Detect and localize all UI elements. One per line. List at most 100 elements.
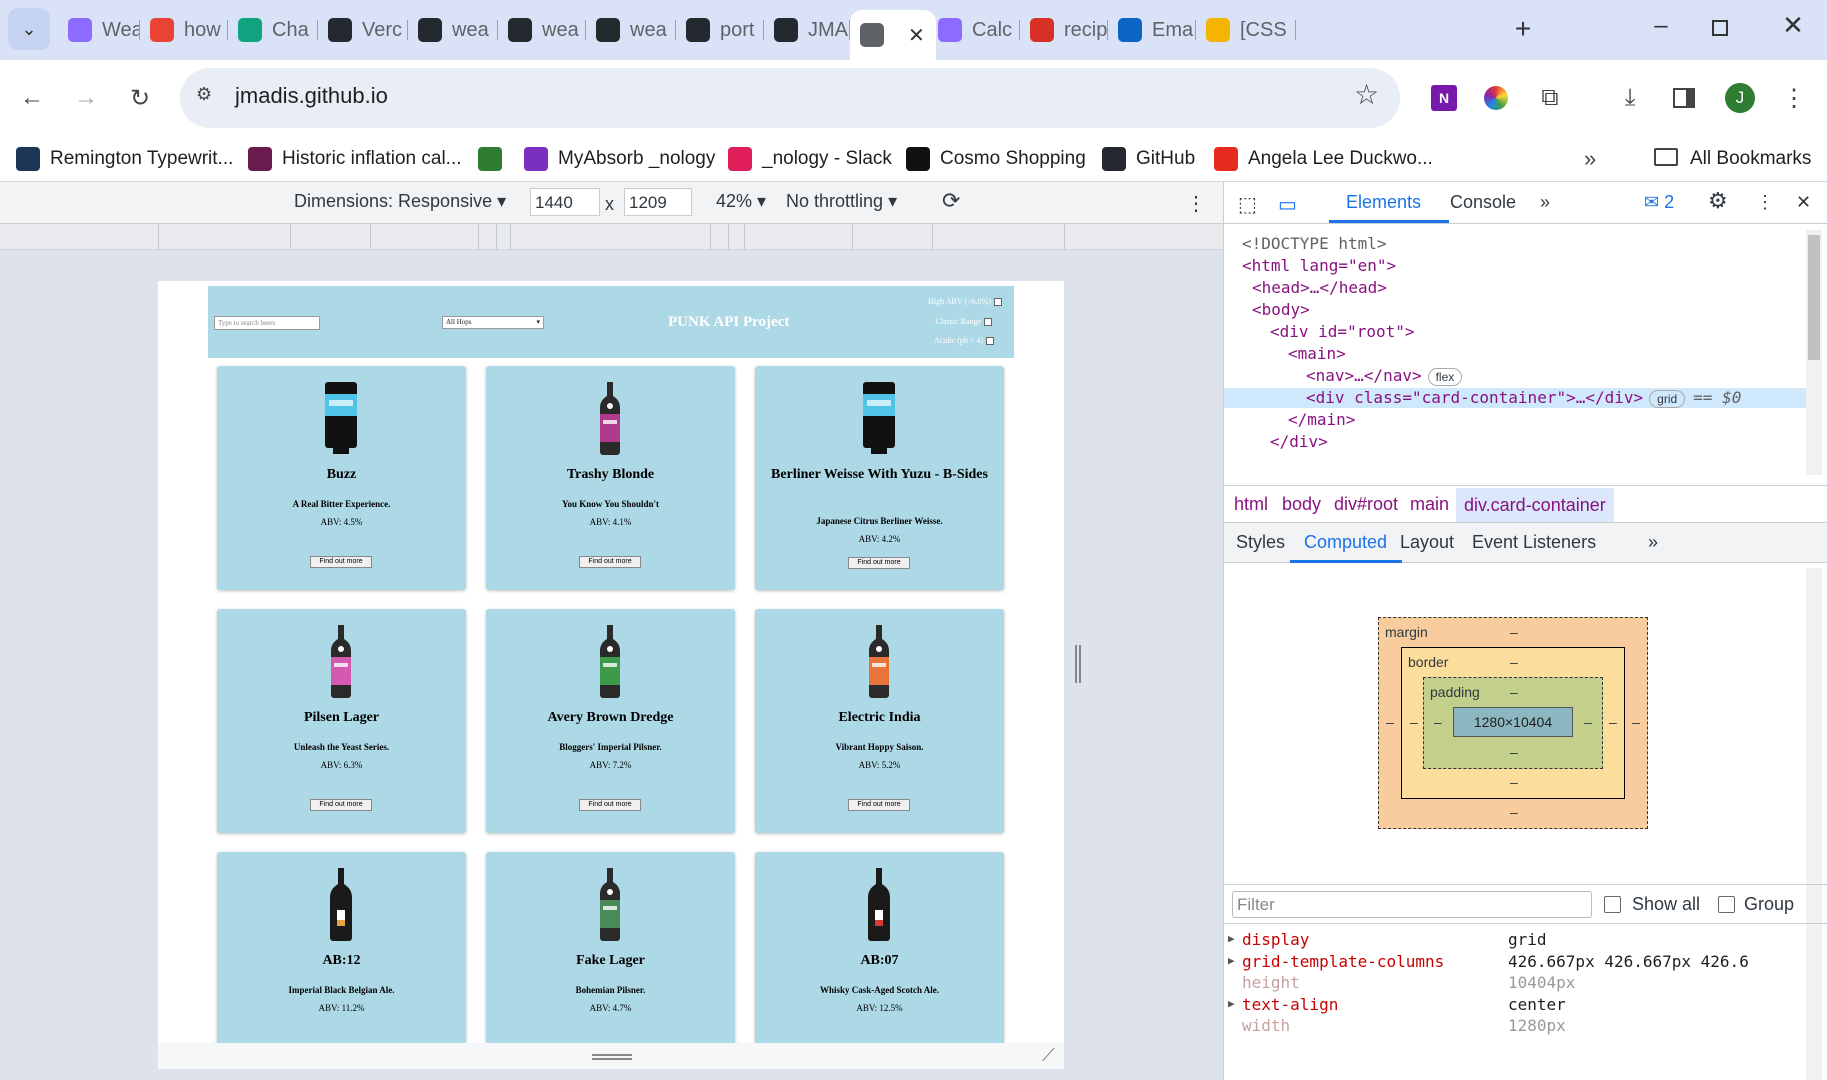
dom-node[interactable]: <html lang="en"> <box>1242 256 1396 275</box>
find-out-more-button[interactable]: Find out more <box>848 557 910 569</box>
browser-tab-3[interactable]: Cha <box>228 10 318 50</box>
devtools-close-icon[interactable]: ✕ <box>1796 192 1811 213</box>
bookmark-7[interactable]: GitHub <box>1102 144 1195 174</box>
computed-filter-input[interactable]: Filter <box>1232 891 1592 918</box>
dom-node[interactable]: <nav>…</nav> flex <box>1306 366 1463 386</box>
back-button[interactable]: ← <box>12 78 52 118</box>
show-all-checkbox[interactable] <box>1604 896 1621 913</box>
computed-prop-name[interactable]: display <box>1242 930 1309 949</box>
tab-console[interactable]: Console <box>1450 192 1516 213</box>
dom-node[interactable]: <head>…</head> <box>1252 278 1387 297</box>
acidic-checkbox[interactable] <box>986 336 994 345</box>
filter-acidic[interactable]: Acidic (ph < 4) <box>934 336 994 345</box>
browser-tab-9[interactable]: JMA <box>764 10 850 50</box>
tab-elements[interactable]: Elements <box>1346 192 1421 213</box>
side-panel-icon[interactable] <box>1664 78 1704 118</box>
dom-node[interactable]: <div id="root"> <box>1270 322 1415 341</box>
more-bookmarks-chevron-icon[interactable]: » <box>1584 146 1596 172</box>
media-query-bar[interactable] <box>0 224 1223 250</box>
breadcrumb-div-card-container[interactable]: div.card-container <box>1456 488 1614 522</box>
bookmark-4[interactable]: MyAbsorb _nology <box>524 144 715 174</box>
dom-node[interactable]: </div> <box>1270 432 1328 451</box>
bookmark-1[interactable]: Remington Typewrit... <box>16 144 233 174</box>
browser-tab-14[interactable]: [CSS <box>1196 10 1296 50</box>
close-tab-icon[interactable]: ✕ <box>908 23 925 48</box>
restore-button[interactable] <box>1712 20 1728 36</box>
dimensions-dropdown[interactable]: Dimensions: Responsive ▾ <box>294 191 506 212</box>
find-out-more-button[interactable]: Find out more <box>579 556 641 568</box>
browser-tab-2[interactable]: how <box>140 10 228 50</box>
dom-node[interactable]: </main> <box>1288 410 1355 429</box>
layout-badge[interactable]: grid <box>1649 389 1686 408</box>
bookmark-5[interactable]: _nology - Slack <box>728 144 892 174</box>
browser-tab-12[interactable]: recip <box>1020 10 1108 50</box>
subtab-computed[interactable]: Computed <box>1304 532 1387 553</box>
viewport-width-input[interactable]: 1440 <box>530 188 600 216</box>
breadcrumb-html[interactable]: html <box>1234 494 1268 515</box>
bookmark-2[interactable]: Historic inflation cal... <box>248 144 462 174</box>
bookmark-6[interactable]: Cosmo Shopping <box>906 144 1086 174</box>
chrome-menu-icon[interactable]: ⋮ <box>1774 78 1814 118</box>
forward-button[interactable]: → <box>66 78 106 118</box>
color-picker-extension-icon[interactable] <box>1476 78 1516 118</box>
resize-corner-icon[interactable]: ⟋ <box>1042 1045 1055 1066</box>
subtab-event-listeners[interactable]: Event Listeners <box>1472 532 1596 553</box>
subtab-styles[interactable]: Styles <box>1236 532 1285 553</box>
bookmark-star-icon[interactable]: ☆ <box>1354 78 1379 111</box>
box-model-content[interactable]: 1280×10404 <box>1453 707 1573 737</box>
resize-bar-bottom[interactable]: ⟋ <box>158 1043 1064 1069</box>
browser-tab-7[interactable]: wea <box>586 10 676 50</box>
bookmark-3[interactable] <box>478 144 512 174</box>
subtab-layout[interactable]: Layout <box>1400 532 1454 553</box>
device-toggle-icon[interactable]: ▭ <box>1278 192 1297 217</box>
more-tabs-chevron-icon[interactable]: » <box>1540 192 1550 213</box>
device-more-icon[interactable]: ⋮ <box>1186 191 1206 216</box>
viewport-height-input[interactable]: 1209 <box>624 188 692 216</box>
computed-prop-name[interactable]: width <box>1242 1016 1290 1035</box>
expand-arrow-icon[interactable]: ▶ <box>1228 954 1235 967</box>
tab-search-button[interactable]: ⌄ <box>8 8 50 50</box>
site-info-icon[interactable]: ⚙ <box>196 84 222 110</box>
browser-tab-4[interactable]: Verc <box>318 10 408 50</box>
breadcrumb-main[interactable]: main <box>1410 494 1449 515</box>
onenote-extension-icon[interactable]: N <box>1424 78 1464 118</box>
resize-handle-bottom[interactable] <box>592 1054 632 1060</box>
computed-prop-name[interactable]: text-align <box>1242 995 1338 1014</box>
download-icon[interactable]: ⤓ <box>1610 78 1650 118</box>
dom-node[interactable]: <!DOCTYPE html> <box>1242 234 1387 253</box>
resize-handle-right[interactable] <box>1075 645 1081 683</box>
dom-scrollbar[interactable] <box>1806 230 1822 475</box>
breadcrumb-body[interactable]: body <box>1282 494 1321 515</box>
expand-arrow-icon[interactable]: ▶ <box>1228 932 1235 945</box>
new-tab-button[interactable]: + <box>1505 12 1541 48</box>
expand-arrow-icon[interactable]: ▶ <box>1228 997 1235 1010</box>
computed-prop-name[interactable]: height <box>1242 973 1300 992</box>
dom-node[interactable]: <main> <box>1288 344 1346 363</box>
extensions-puzzle-icon[interactable]: ⧉ <box>1530 78 1570 118</box>
group-checkbox[interactable] <box>1718 896 1735 913</box>
browser-tab-5[interactable]: wea <box>408 10 498 50</box>
browser-tab-6[interactable]: wea <box>498 10 586 50</box>
throttling-dropdown[interactable]: No throttling ▾ <box>786 191 897 212</box>
address-bar[interactable]: ⚙ jmadis.github.io ☆ <box>180 68 1400 128</box>
browser-tab-13[interactable]: Ema <box>1108 10 1196 50</box>
avatar[interactable]: J <box>1720 78 1760 118</box>
browser-tab-8[interactable]: port <box>676 10 764 50</box>
browser-tab-1[interactable]: Wea <box>58 10 140 50</box>
devtools-more-icon[interactable]: ⋮ <box>1756 192 1774 213</box>
minimize-button[interactable]: – <box>1646 12 1676 48</box>
find-out-more-button[interactable]: Find out more <box>579 799 641 811</box>
beer-search-input[interactable]: Type to search beers <box>214 316 320 330</box>
zoom-dropdown[interactable]: 42% ▾ <box>716 191 766 212</box>
rotate-icon[interactable]: ⟳ <box>942 188 960 214</box>
dom-node[interactable]: <body> <box>1252 300 1310 319</box>
find-out-more-button[interactable]: Find out more <box>310 799 372 811</box>
breadcrumb-div-root[interactable]: div#root <box>1334 494 1398 515</box>
issues-badge[interactable]: ✉ 2 <box>1644 192 1674 213</box>
filter-high-abv[interactable]: High ABV (>6.0%) <box>928 297 1002 306</box>
all-bookmarks-link[interactable]: All Bookmarks <box>1690 144 1811 174</box>
sidebar-scrollbar[interactable] <box>1806 568 1822 1080</box>
filter-classic-range[interactable]: Classic Range <box>935 317 992 326</box>
high-abv-checkbox[interactable] <box>994 297 1002 306</box>
inspect-element-icon[interactable]: ⬚ <box>1238 192 1257 217</box>
